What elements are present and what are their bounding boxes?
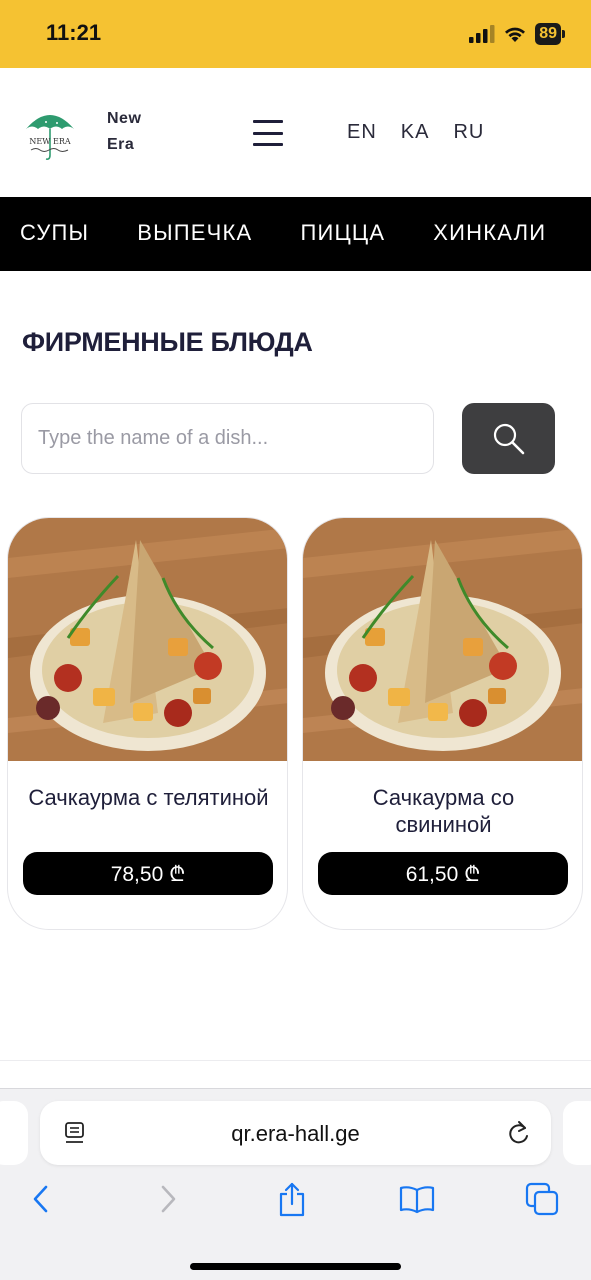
menu-hamburger-icon[interactable] — [253, 120, 283, 146]
category-nav[interactable]: СУПЫ ВЫПЕЧКА ПИЦЦА ХИНКАЛИ ФИ — [0, 197, 591, 271]
svg-text:NEW ERA: NEW ERA — [29, 137, 70, 146]
battery-level: 89 — [535, 23, 561, 45]
search-button[interactable] — [462, 403, 555, 474]
brand-line-2: Era — [107, 136, 135, 153]
browser-nav-bar — [0, 1179, 591, 1227]
price-button[interactable]: 78,50 ₾ — [23, 852, 273, 895]
lang-ka[interactable]: KA — [401, 121, 430, 144]
next-tab-preview[interactable] — [563, 1101, 591, 1165]
category-soups[interactable]: СУПЫ — [20, 220, 89, 246]
lang-en[interactable]: EN — [347, 121, 377, 144]
previous-tab-preview[interactable] — [0, 1101, 28, 1165]
search-icon — [493, 423, 524, 454]
price-button[interactable]: 61,50 ₾ — [318, 852, 568, 895]
tabs-icon — [525, 1182, 559, 1216]
reload-icon[interactable] — [506, 1119, 532, 1147]
search-input[interactable] — [21, 403, 434, 474]
share-icon — [279, 1182, 305, 1217]
share-button[interactable] — [272, 1179, 312, 1219]
brand-line-1: New — [107, 110, 142, 127]
site-header: NEW ERA New Era EN KA RU — [0, 68, 591, 197]
battery-icon: 89 — [535, 23, 565, 45]
divider — [0, 1060, 591, 1061]
brand-name: New Era — [107, 106, 141, 158]
address-bar[interactable]: qr.era-hall.ge — [40, 1101, 551, 1165]
language-switcher: EN KA RU — [347, 121, 484, 144]
cellular-signal-icon — [469, 25, 495, 43]
dish-photo[interactable] — [8, 518, 288, 761]
status-icons: 89 — [469, 23, 565, 45]
status-time: 11:21 — [46, 20, 102, 45]
category-pizza[interactable]: ПИЦЦА — [300, 220, 385, 246]
dish-card[interactable]: Сачкаурма с телятиной 78,50 ₾ — [7, 517, 288, 930]
category-pastry[interactable]: ВЫПЕЧКА — [137, 220, 252, 246]
back-button[interactable] — [21, 1179, 61, 1219]
umbrella-logo-icon[interactable]: NEW ERA — [22, 103, 78, 163]
dish-name: Сачкаурма с телятиной — [28, 785, 269, 810]
lang-ru[interactable]: RU — [453, 121, 484, 144]
bookmarks-icon — [399, 1186, 435, 1214]
tabs-button[interactable] — [522, 1179, 562, 1219]
browser-toolbar: qr.era-hall.ge — [0, 1088, 591, 1280]
wifi-icon — [505, 27, 526, 42]
category-khinkali[interactable]: ХИНКАЛИ — [433, 220, 546, 246]
forward-icon — [161, 1185, 176, 1213]
dish-card[interactable]: Сачкаурма со свининой 61,50 ₾ — [302, 517, 583, 930]
dish-name: Сачкаурма со свининой — [372, 785, 515, 837]
url-text[interactable]: qr.era-hall.ge — [40, 1121, 551, 1147]
status-bar: 11:21 89 — [0, 0, 591, 68]
forward-button[interactable] — [148, 1179, 188, 1219]
back-icon — [33, 1185, 48, 1213]
bookmarks-button[interactable] — [397, 1179, 437, 1219]
page-title: ФИРМЕННЫЕ БЛЮДА — [22, 327, 313, 357]
dish-photo[interactable] — [303, 518, 583, 761]
home-indicator[interactable] — [190, 1263, 401, 1270]
